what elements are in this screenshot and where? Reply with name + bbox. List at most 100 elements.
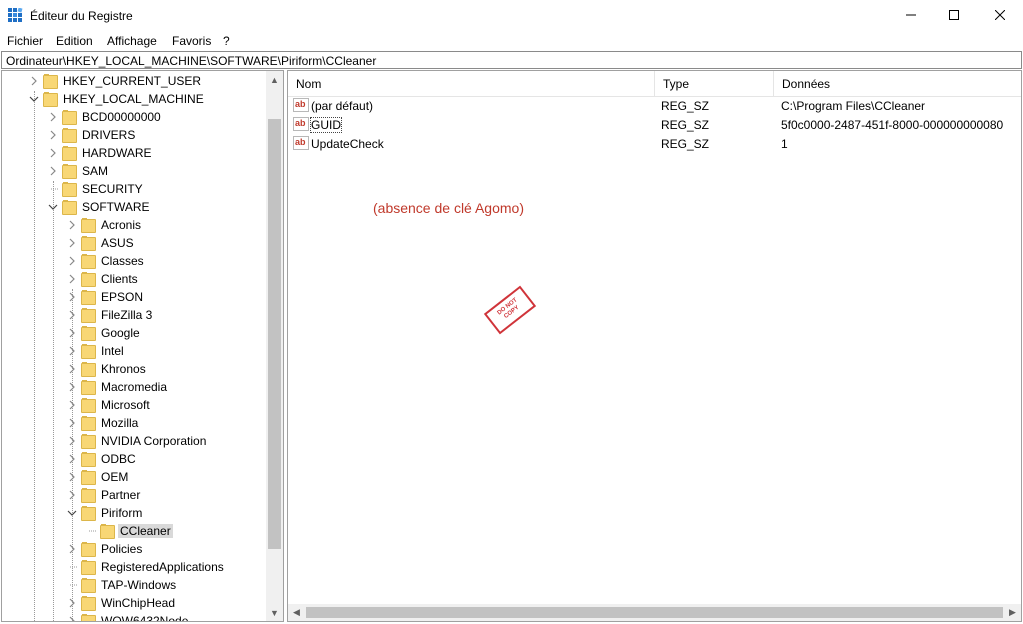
tree-item[interactable]: SOFTWARE	[47, 198, 152, 216]
tree-item[interactable]: Google	[66, 324, 142, 342]
values-list[interactable]: Nom Type Données ab (par défaut) REG_SZ C:\…	[287, 70, 1022, 622]
maximize-icon	[949, 10, 959, 20]
tree-item[interactable]: Microsoft	[66, 396, 152, 414]
minimize-button[interactable]	[888, 0, 934, 30]
tree-vertical-scrollbar[interactable]: ▲ ▼	[266, 71, 283, 621]
list-scroll-thumb[interactable]	[306, 607, 1003, 618]
value-row[interactable]: ab (par défaut) REG_SZ C:\Program Files\CCl…	[288, 97, 1021, 116]
folder-icon	[81, 254, 96, 269]
column-header-donnees[interactable]: Données	[774, 71, 1021, 97]
chevron-down-icon[interactable]	[47, 201, 59, 213]
tree-item[interactable]: FileZilla 3	[66, 306, 154, 324]
tree-item-label: HKEY_LOCAL_MACHINE	[63, 92, 204, 106]
chevron-right-icon[interactable]	[66, 615, 78, 621]
maximize-button[interactable]	[931, 0, 977, 30]
tree-item[interactable]: Clients	[66, 270, 140, 288]
tree-item-label: TAP-Windows	[101, 578, 177, 592]
close-icon	[995, 10, 1005, 20]
menu-fichier[interactable]: Fichier	[7, 34, 43, 48]
tree-item-label: Macromedia	[101, 380, 168, 394]
folder-icon	[62, 110, 77, 125]
tree-item[interactable]: BCD00000000	[47, 108, 163, 126]
chevron-down-icon[interactable]	[66, 507, 78, 519]
chevron-right-icon[interactable]	[66, 489, 78, 501]
chevron-down-icon[interactable]	[28, 93, 40, 105]
tree-item[interactable]: Policies	[66, 540, 144, 558]
tree-item-label: Acronis	[101, 218, 142, 232]
tree-item[interactable]: HKEY_LOCAL_MACHINE	[28, 90, 206, 108]
chevron-right-icon[interactable]	[47, 165, 59, 177]
chevron-right-icon[interactable]	[66, 543, 78, 555]
tree-item[interactable]: SAM	[47, 162, 110, 180]
chevron-right-icon[interactable]	[66, 453, 78, 465]
tree-item[interactable]: TAP-Windows	[66, 576, 178, 594]
annotation-text: (absence de clé Agomo)	[373, 200, 524, 216]
chevron-right-icon[interactable]	[66, 309, 78, 321]
value-row[interactable]: ab UpdateCheck REG_SZ 1	[288, 135, 1021, 154]
tree-item[interactable]: OEM	[66, 468, 130, 486]
chevron-right-icon[interactable]	[66, 381, 78, 393]
tree-item[interactable]: DRIVERS	[47, 126, 137, 144]
address-bar[interactable]: Ordinateur\HKEY_LOCAL_MACHINE\SOFTWARE\P…	[1, 51, 1022, 69]
scroll-down-icon[interactable]: ▼	[266, 604, 283, 621]
tree-item-label: RegisteredApplications	[101, 560, 224, 574]
list-horizontal-scrollbar[interactable]: ◀ ▶	[288, 604, 1021, 621]
chevron-right-icon[interactable]	[66, 363, 78, 375]
tree-item-label: SECURITY	[82, 182, 143, 196]
scroll-right-icon[interactable]: ▶	[1004, 604, 1021, 621]
tree-item[interactable]: Acronis	[66, 216, 143, 234]
chevron-right-icon[interactable]	[66, 255, 78, 267]
menu-help[interactable]: ?	[223, 34, 230, 48]
chevron-right-icon[interactable]	[47, 147, 59, 159]
tree-guide-line	[53, 181, 54, 621]
chevron-right-icon[interactable]	[66, 219, 78, 231]
close-button[interactable]	[977, 0, 1023, 30]
chevron-right-icon[interactable]	[66, 399, 78, 411]
chevron-right-icon[interactable]	[66, 597, 78, 609]
chevron-right-icon[interactable]	[66, 435, 78, 447]
column-header-type[interactable]: Type	[655, 71, 774, 97]
tree-item[interactable]: WinChipHead	[66, 594, 177, 612]
chevron-right-icon[interactable]	[66, 291, 78, 303]
tree-item[interactable]: Macromedia	[66, 378, 169, 396]
tree-item[interactable]: CCleaner	[85, 522, 173, 540]
chevron-right-icon[interactable]	[47, 111, 59, 123]
menu-affichage[interactable]: Affichage	[107, 34, 157, 48]
scroll-up-icon[interactable]: ▲	[266, 71, 283, 88]
tree-item[interactable]: SECURITY	[47, 180, 145, 198]
menu-favoris[interactable]: Favoris	[172, 34, 211, 48]
value-row[interactable]: ab GUID REG_SZ 5f0c0000-2487-451f-8000-0000…	[288, 116, 1021, 135]
tree-item[interactable]: RegisteredApplications	[66, 558, 226, 576]
tree-scroll-thumb[interactable]	[268, 119, 281, 549]
tree-item[interactable]: Intel	[66, 342, 126, 360]
chevron-right-icon[interactable]	[66, 345, 78, 357]
tree-item[interactable]: Classes	[66, 252, 146, 270]
tree-item[interactable]: Piriform	[66, 504, 144, 522]
tree-item[interactable]: HKEY_CURRENT_USER	[28, 72, 203, 90]
tree-item[interactable]: ODBC	[66, 450, 138, 468]
chevron-right-icon[interactable]	[47, 129, 59, 141]
folder-icon	[81, 434, 96, 449]
chevron-right-icon[interactable]	[66, 273, 78, 285]
tree-item[interactable]: EPSON	[66, 288, 145, 306]
column-header-nom[interactable]: Nom	[288, 71, 655, 97]
chevron-right-icon[interactable]	[66, 237, 78, 249]
chevron-right-icon[interactable]	[66, 417, 78, 429]
menu-edition[interactable]: Edition	[56, 34, 93, 48]
tree-item[interactable]: Mozilla	[66, 414, 140, 432]
chevron-right-icon[interactable]	[66, 471, 78, 483]
folder-icon	[81, 578, 96, 593]
folder-icon	[81, 506, 96, 521]
tree-item[interactable]: WOW6432Node	[66, 612, 190, 621]
folder-icon	[100, 524, 115, 539]
scroll-left-icon[interactable]: ◀	[288, 604, 305, 621]
tree-item[interactable]: Partner	[66, 486, 142, 504]
tree-item[interactable]: ASUS	[66, 234, 136, 252]
tree-item[interactable]: HARDWARE	[47, 144, 154, 162]
value-name: GUID	[310, 117, 342, 133]
tree-item[interactable]: Khronos	[66, 360, 148, 378]
chevron-right-icon[interactable]	[66, 327, 78, 339]
registry-tree[interactable]: HKEY_CURRENT_USER HKEY_LOCAL_MACHINE BCD00…	[1, 70, 284, 622]
chevron-right-icon[interactable]	[28, 75, 40, 87]
tree-item[interactable]: NVIDIA Corporation	[66, 432, 208, 450]
